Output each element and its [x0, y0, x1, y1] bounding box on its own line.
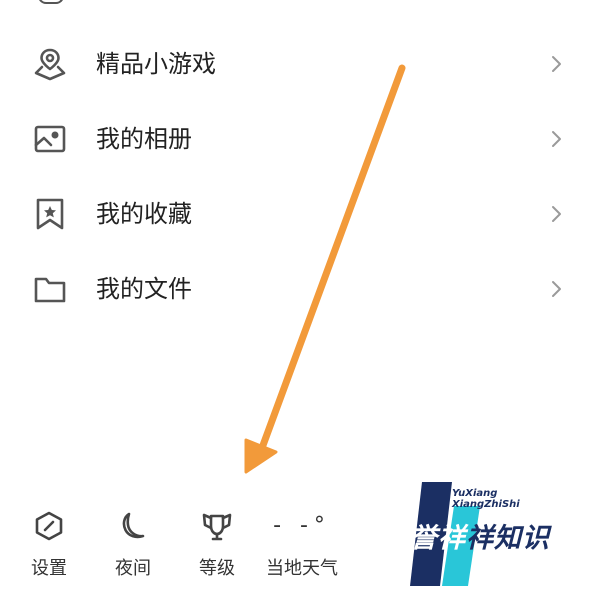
photo-album-icon: [34, 125, 66, 153]
partial-icon: [38, 0, 64, 4]
settings-button[interactable]: 设置: [9, 510, 89, 580]
menu-item-label: 精品小游戏: [96, 50, 216, 78]
menu-item-my-files[interactable]: 我的文件: [0, 251, 600, 326]
menu-item-label: 我的文件: [96, 275, 192, 303]
level-trophy-icon: [202, 513, 232, 541]
chevron-right-icon: [552, 131, 561, 147]
menu-item-my-favorites[interactable]: 我的收藏: [0, 176, 600, 251]
menu-list: 精品小游戏 我的相册 我的收藏 我的文件: [0, 26, 600, 326]
bookmark-star-icon: [36, 198, 64, 230]
logo-chinese-text: 誉祥祥知识: [410, 522, 550, 556]
logo-chinese-part1: 誉祥: [410, 523, 466, 554]
folder-icon: [34, 277, 66, 303]
game-location-icon: [34, 48, 66, 81]
temperature-value: - -°: [273, 513, 331, 538]
logo-english-text: YuXiang XiangZhiShi: [452, 488, 520, 510]
chevron-right-icon: [552, 56, 561, 72]
settings-label: 设置: [31, 558, 67, 579]
settings-hexagon-icon: [35, 511, 63, 541]
logo-english-line2: XiangZhiShi: [452, 499, 520, 510]
chevron-right-icon: [552, 206, 561, 222]
night-mode-label: 夜间: [115, 558, 151, 579]
watermark-logo: YuXiang XiangZhiShi 誉祥祥知识: [408, 478, 578, 590]
level-button[interactable]: 等级: [177, 510, 257, 580]
previous-menu-item-partial: [32, 0, 600, 8]
local-weather-button[interactable]: - -° 当地天气: [262, 510, 342, 580]
menu-item-label: 我的收藏: [96, 200, 192, 228]
menu-item-mini-games[interactable]: 精品小游戏: [0, 26, 600, 101]
logo-chinese-part2: 祥知识: [466, 523, 550, 554]
menu-item-my-album[interactable]: 我的相册: [0, 101, 600, 176]
night-mode-button[interactable]: 夜间: [93, 510, 173, 580]
chevron-right-icon: [552, 281, 561, 297]
level-label: 等级: [199, 558, 235, 579]
moon-icon: [122, 512, 145, 539]
local-weather-label: 当地天气: [266, 558, 338, 579]
menu-item-label: 我的相册: [96, 125, 192, 153]
logo-english-line1: YuXiang: [452, 488, 498, 499]
